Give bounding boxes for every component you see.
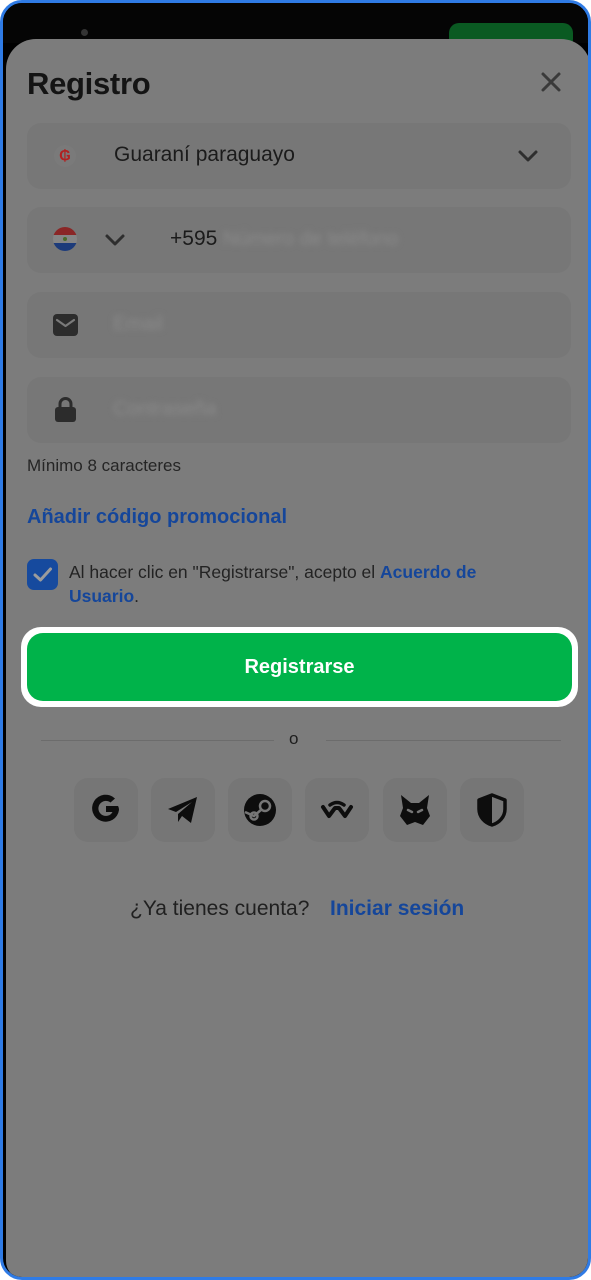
google-icon: [92, 794, 119, 822]
paraguay-flag-icon[interactable]: [53, 227, 77, 251]
telegram-icon: [168, 797, 197, 823]
lock-icon: [55, 397, 76, 422]
guarani-currency-icon: ₲: [54, 145, 76, 167]
steam-login-button[interactable]: [228, 778, 292, 842]
device-frame: Registro ₲ Guaraní paraguayo +595 Número…: [0, 0, 591, 1280]
password-placeholder: Contraseña: [113, 398, 217, 420]
status-bar: [3, 3, 588, 49]
metamask-login-button[interactable]: [383, 778, 447, 842]
page-title: Registro: [27, 66, 151, 101]
camera-dot: [81, 29, 88, 36]
shield-icon: [477, 793, 507, 827]
register-button-highlight: Registrarse: [21, 627, 578, 707]
shield-login-button[interactable]: [460, 778, 524, 842]
check-icon: [33, 567, 52, 582]
phone-placeholder: Número de teléfono: [223, 228, 399, 250]
country-chevron-down-icon[interactable]: [102, 227, 128, 253]
divider-left: [41, 740, 274, 741]
password-hint: Mínimo 8 caracteres: [27, 456, 181, 475]
mail-icon: [53, 314, 78, 336]
register-button[interactable]: Registrarse: [27, 633, 572, 701]
divider-label: o: [289, 729, 299, 748]
walletconnect-login-button[interactable]: [305, 778, 369, 842]
chevron-down-icon: [515, 143, 541, 169]
divider-right: [326, 740, 561, 741]
google-login-button[interactable]: [74, 778, 138, 842]
close-icon[interactable]: [536, 67, 566, 97]
currency-select[interactable]: ₲ Guaraní paraguayo: [27, 123, 571, 189]
have-account-text: ¿Ya tienes cuenta?: [130, 897, 310, 920]
email-field[interactable]: Email: [27, 292, 571, 358]
currency-value: Guaraní paraguayo: [114, 143, 295, 166]
terms-text: Al hacer clic en "Registrarse", acepto e…: [69, 562, 477, 606]
registration-sheet: Registro ₲ Guaraní paraguayo +595 Número…: [6, 39, 588, 1277]
phone-field[interactable]: +595 Número de teléfono: [27, 207, 571, 273]
steam-icon: [244, 794, 276, 826]
metamask-icon: [400, 795, 430, 825]
phone-country-code: +595: [170, 227, 218, 250]
terms-checkbox[interactable]: [27, 559, 58, 590]
add-promo-code-link[interactable]: Añadir código promocional: [27, 506, 287, 529]
login-link[interactable]: Iniciar sesión: [330, 897, 464, 921]
walletconnect-icon: [321, 800, 353, 818]
email-placeholder: Email: [113, 313, 164, 335]
password-field[interactable]: Contraseña: [27, 377, 571, 443]
telegram-login-button[interactable]: [151, 778, 215, 842]
